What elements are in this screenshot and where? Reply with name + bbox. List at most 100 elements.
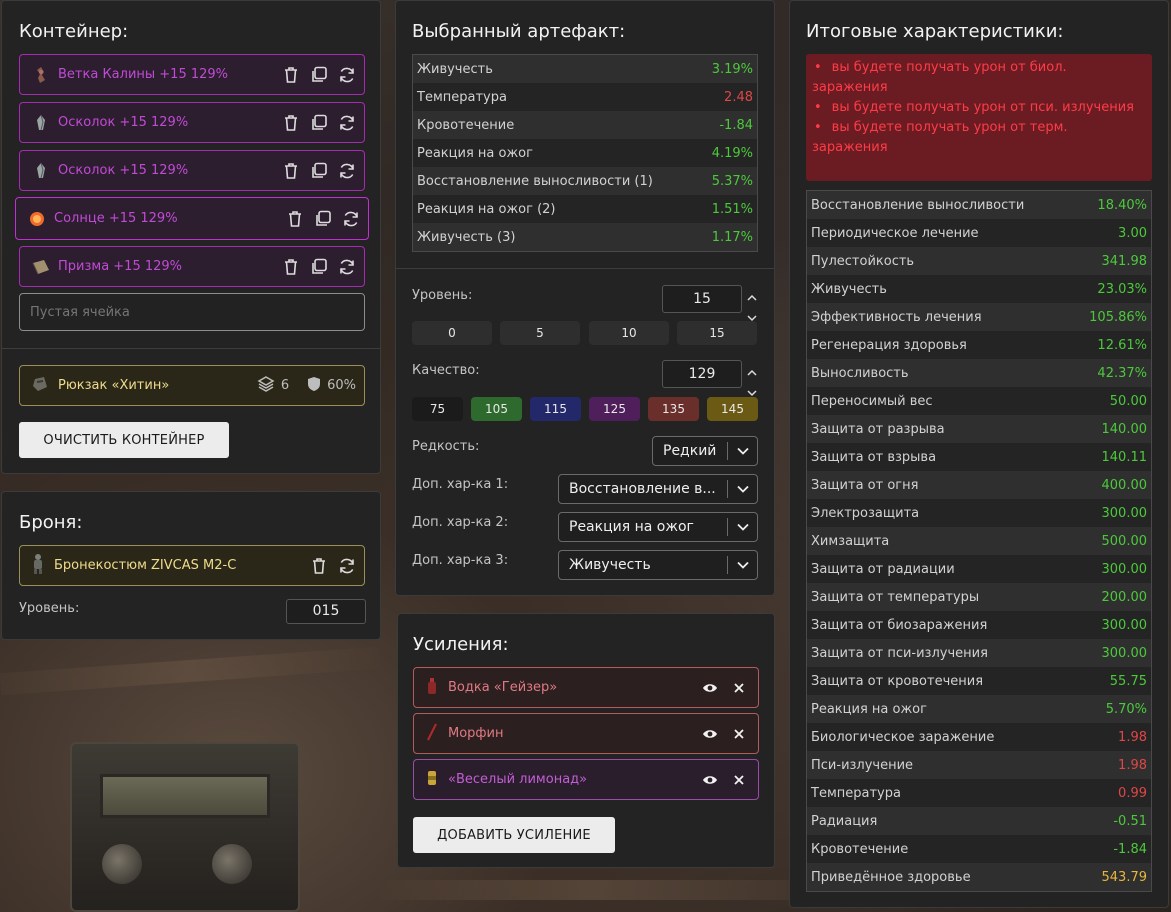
container-slot-selected[interactable]: Солнце +15 129% xyxy=(15,197,369,240)
refresh-icon[interactable] xyxy=(337,65,356,84)
bottle-icon xyxy=(426,677,438,699)
refresh-icon[interactable] xyxy=(337,161,356,180)
chevron-down-icon xyxy=(727,556,757,574)
close-icon[interactable] xyxy=(729,678,748,697)
quality-preset-chip[interactable]: 125 xyxy=(589,397,640,421)
copy-icon[interactable] xyxy=(309,65,328,84)
container-slot[interactable]: Осколок +15 129% xyxy=(19,150,365,191)
close-icon[interactable] xyxy=(729,770,748,789)
stat-row: Восстановление выносливости 18.40% xyxy=(807,191,1151,219)
trash-icon[interactable] xyxy=(281,257,300,276)
armor-level-input[interactable]: 015 xyxy=(286,599,366,624)
clear-container-button[interactable]: ОЧИСТИТЬ КОНТЕЙНЕР xyxy=(19,422,229,458)
extra2-select[interactable]: Реакция на ожог xyxy=(558,512,758,542)
level-preset-chip[interactable]: 5 xyxy=(500,321,580,345)
container-title: Контейнер: xyxy=(19,21,129,42)
stat-row: Периодическое лечение 3.00 xyxy=(807,219,1151,247)
artifact-panel: Выбранный артефакт: Живучесть 3.19% Темпер… xyxy=(395,0,775,596)
boost-item[interactable]: «Веселый лимонад» xyxy=(413,759,759,800)
stat-value: 543.79 xyxy=(1101,869,1148,885)
stat-name: Приведённое здоровье xyxy=(811,869,971,885)
stat-row: Кровотечение -1.84 xyxy=(413,111,757,139)
chevron-up-icon[interactable] xyxy=(747,286,757,305)
container-slot[interactable]: Призма +15 129% xyxy=(19,246,365,287)
extra3-select[interactable]: Живучесть xyxy=(558,550,758,580)
extra1-select[interactable]: Восстановление в... xyxy=(558,474,758,504)
level-label: Уровень: xyxy=(412,288,473,303)
armor-name: Бронекостюм ZIVCAS M2-C xyxy=(54,558,237,573)
level-input[interactable]: 15 xyxy=(662,285,742,313)
stat-name: Живучесть xyxy=(811,281,887,297)
trash-icon[interactable] xyxy=(281,113,300,132)
quality-preset-chip[interactable]: 135 xyxy=(648,397,699,421)
eye-icon[interactable] xyxy=(700,724,719,743)
refresh-icon[interactable] xyxy=(337,257,356,276)
trash-icon[interactable] xyxy=(285,209,304,228)
quality-preset-chip[interactable]: 115 xyxy=(530,397,581,421)
totals-panel: Итоговые характеристики: • вы будете полу… xyxy=(789,0,1169,908)
backpack-icon xyxy=(30,374,50,398)
stat-row: Пси-излучение 1.98 xyxy=(807,751,1151,779)
level-preset-chip[interactable]: 0 xyxy=(412,321,492,345)
close-icon[interactable] xyxy=(729,724,748,743)
add-boost-button[interactable]: ДОБАВИТЬ УСИЛЕНИЕ xyxy=(413,817,615,853)
backpack-slot[interactable]: Рюкзак «Хитин» 6 60% xyxy=(19,365,365,406)
refresh-icon[interactable] xyxy=(337,556,356,575)
stat-value: 18.40% xyxy=(1097,197,1147,213)
quality-preset-chip[interactable]: 145 xyxy=(707,397,758,421)
copy-icon[interactable] xyxy=(313,209,332,228)
trash-icon[interactable] xyxy=(281,65,300,84)
refresh-icon[interactable] xyxy=(337,113,356,132)
level-preset-chip[interactable]: 15 xyxy=(677,321,757,345)
stat-row: Температура 2.48 xyxy=(413,83,757,111)
stat-row: Температура 0.99 xyxy=(807,779,1151,807)
extra1-label: Доп. хар-ка 1: xyxy=(412,477,509,492)
eye-icon[interactable] xyxy=(700,770,719,789)
stat-name: Защита от радиации xyxy=(811,561,955,577)
stat-row: Реакция на ожог 4.19% xyxy=(413,139,757,167)
stat-value: 5.70% xyxy=(1105,701,1147,717)
copy-icon[interactable] xyxy=(309,257,328,276)
extra3-value: Живучесть xyxy=(569,557,651,573)
copy-icon[interactable] xyxy=(309,161,328,180)
rarity-select[interactable]: Редкий xyxy=(652,436,758,466)
boost-item[interactable]: Морфин xyxy=(413,713,759,754)
warning-item: • вы будете получать урон от биол. зараже… xyxy=(812,60,1067,95)
stat-value: 2.48 xyxy=(724,89,753,105)
container-slot[interactable]: Ветка Калины +15 129% xyxy=(19,54,365,95)
stat-value: 50.00 xyxy=(1109,393,1147,409)
quality-preset-chip[interactable]: 75 xyxy=(412,397,463,421)
stat-value: 400.00 xyxy=(1101,477,1148,493)
background-plank xyxy=(380,880,800,900)
slot-name: Призма +15 129% xyxy=(58,259,183,274)
trash-icon[interactable] xyxy=(281,161,300,180)
quality-preset-chip[interactable]: 105 xyxy=(471,397,522,421)
armor-slot[interactable]: Бронекостюм ZIVCAS M2-C xyxy=(19,545,365,586)
warning-item: • вы будете получать урон от пси. излучен… xyxy=(814,100,1134,115)
chevron-down-icon xyxy=(727,480,757,498)
stat-name: Восстановление выносливости xyxy=(811,197,1025,213)
extra2-label: Доп. хар-ка 2: xyxy=(412,515,509,530)
empty-slot-input[interactable] xyxy=(19,293,365,331)
stat-name: Периодическое лечение xyxy=(811,225,979,241)
quality-input[interactable]: 129 xyxy=(662,360,742,388)
quality-stepper[interactable] xyxy=(746,361,758,401)
level-preset-chip[interactable]: 10 xyxy=(589,321,669,345)
stat-row: Реакция на ожог 5.70% xyxy=(807,695,1151,723)
trash-icon[interactable] xyxy=(309,556,328,575)
chevron-up-icon[interactable] xyxy=(747,361,757,380)
stat-value: -1.84 xyxy=(1113,841,1147,857)
eye-icon[interactable] xyxy=(700,678,719,697)
backpack-name: Рюкзак «Хитин» xyxy=(58,378,170,393)
stat-row: Регенерация здоровья 12.61% xyxy=(807,331,1151,359)
copy-icon[interactable] xyxy=(309,113,328,132)
level-stepper[interactable] xyxy=(746,286,758,326)
stat-value: 1.17% xyxy=(711,229,753,245)
stat-value: 23.03% xyxy=(1097,281,1147,297)
background-plank xyxy=(0,646,381,696)
chevron-down-icon xyxy=(727,518,757,536)
container-slot[interactable]: Осколок +15 129% xyxy=(19,102,365,143)
refresh-icon[interactable] xyxy=(341,209,360,228)
boost-item[interactable]: Водка «Гейзер» xyxy=(413,667,759,708)
boosts-title: Усиления: xyxy=(413,634,509,655)
